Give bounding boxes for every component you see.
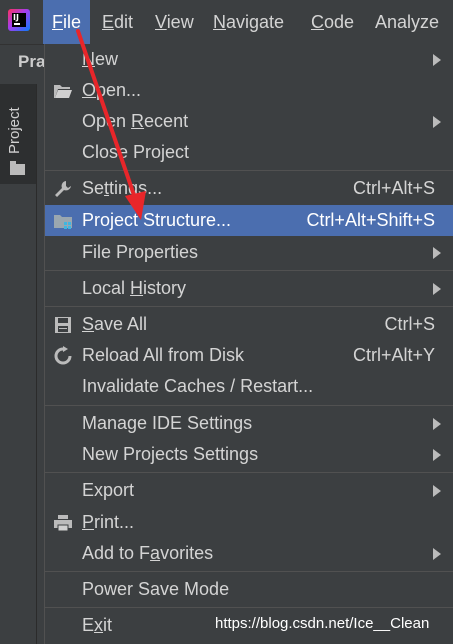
menu-separator — [45, 170, 453, 171]
reload-icon — [53, 346, 73, 366]
project-tab-label: Project — [6, 107, 23, 154]
navigation-bar-text: Pra — [18, 52, 46, 71]
open-folder-icon — [53, 81, 73, 101]
menu-navigate[interactable]: Navigate — [204, 0, 293, 44]
intellij-logo-icon: IJ — [8, 9, 30, 31]
menu-item-power-save-mode[interactable]: Power Save Mode — [45, 574, 453, 605]
submenu-arrow-icon — [433, 418, 441, 430]
save-icon — [53, 315, 73, 335]
menu-item-open-recent[interactable]: Open Recent — [45, 106, 453, 137]
submenu-arrow-icon — [433, 449, 441, 461]
menu-separator — [45, 472, 453, 473]
tool-window-sidebar: Project — [0, 84, 37, 644]
submenu-arrow-icon — [433, 116, 441, 128]
printer-icon — [53, 513, 73, 533]
menu-item-manage-ide-settings[interactable]: Manage IDE Settings — [45, 408, 453, 439]
submenu-arrow-icon — [433, 54, 441, 66]
submenu-arrow-icon — [433, 485, 441, 497]
menu-code[interactable]: Code — [302, 0, 363, 44]
menu-item-settings[interactable]: Settings... Ctrl+Alt+S — [45, 173, 453, 204]
folder-icon — [10, 161, 25, 175]
menu-view[interactable]: View — [146, 0, 203, 44]
menu-item-project-structure[interactable]: Project Structure... Ctrl+Alt+Shift+S — [45, 205, 453, 236]
submenu-arrow-icon — [433, 247, 441, 259]
menu-edit[interactable]: Edit — [93, 0, 142, 44]
menu-item-open[interactable]: Open... — [45, 75, 453, 106]
menu-item-add-to-favorites[interactable]: Add to Favorites — [45, 538, 453, 569]
wrench-icon — [53, 179, 73, 199]
menu-item-new-projects-settings[interactable]: New Projects Settings — [45, 439, 453, 470]
submenu-arrow-icon — [433, 283, 441, 295]
menu-separator — [45, 571, 453, 572]
menu-item-export[interactable]: Export — [45, 475, 453, 506]
menu-item-invalidate-caches[interactable]: Invalidate Caches / Restart... — [45, 371, 453, 402]
project-tool-window-tab[interactable]: Project — [0, 84, 36, 184]
menu-item-file-properties[interactable]: File Properties — [45, 237, 453, 268]
menu-item-local-history[interactable]: Local History — [45, 273, 453, 304]
menu-item-reload-all[interactable]: Reload All from Disk Ctrl+Alt+Y — [45, 340, 453, 371]
menu-separator — [45, 306, 453, 307]
project-structure-icon — [53, 211, 73, 231]
menu-bar: IJ File Edit View Navigate Code Analyze — [0, 0, 453, 45]
menu-separator — [45, 405, 453, 406]
menu-analyze[interactable]: Analyze — [366, 0, 448, 44]
menu-file[interactable]: File — [43, 0, 91, 44]
menu-item-save-all[interactable]: Save All Ctrl+S — [45, 309, 453, 340]
submenu-arrow-icon — [433, 548, 441, 560]
menu-item-print[interactable]: Print... — [45, 507, 453, 538]
menu-item-new[interactable]: New — [45, 44, 453, 75]
menu-separator — [45, 607, 453, 608]
menu-separator — [45, 270, 453, 271]
menu-item-close-project[interactable]: Close Project — [45, 137, 453, 168]
watermark-text: https://blog.csdn.net/Ice__Clean — [215, 615, 430, 632]
file-menu-dropdown: New Open... Open Recent Close Project Se… — [44, 44, 453, 644]
